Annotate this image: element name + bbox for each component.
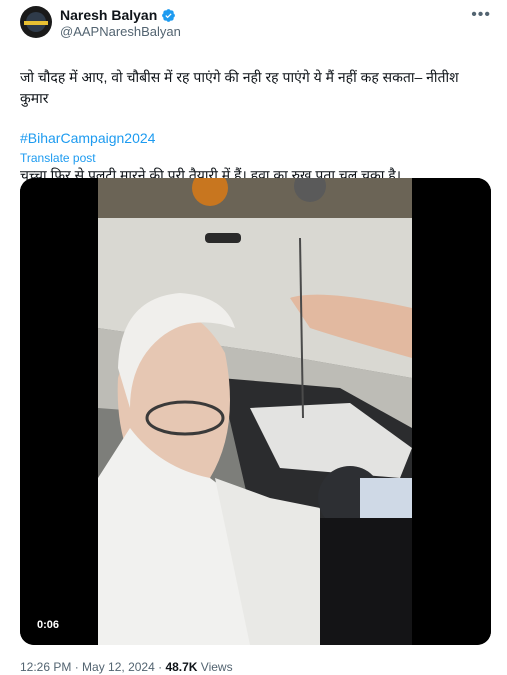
- meta-separator-2: ·: [154, 660, 166, 674]
- avatar-banner: [24, 21, 48, 25]
- author-name[interactable]: Naresh Balyan: [60, 7, 157, 23]
- views-label: Views: [197, 660, 233, 674]
- video-frame: [20, 178, 491, 645]
- more-dots-icon[interactable]: •••: [471, 6, 491, 24]
- video-player[interactable]: 0:06: [20, 178, 491, 645]
- meta-separator: ·: [71, 660, 83, 674]
- post-date[interactable]: May 12, 2024: [82, 660, 155, 674]
- post-time[interactable]: 12:26 PM: [20, 660, 71, 674]
- post-text-line1: जो चौदह में आए, वो चौबीस में रह पाएंगे क…: [20, 69, 459, 106]
- hashtag-link[interactable]: #BiharCampaign2024: [20, 130, 155, 146]
- video-duration: 0:06: [32, 617, 65, 633]
- translate-post-link[interactable]: Translate post: [20, 151, 96, 165]
- post-meta: 12:26 PM · May 12, 2024 · 48.7K Views: [20, 660, 233, 674]
- views-count: 48.7K: [165, 660, 198, 674]
- author-handle[interactable]: @AAPNareshBalyan: [60, 24, 181, 39]
- author-avatar[interactable]: [20, 6, 52, 38]
- author-name-row: Naresh Balyan: [60, 7, 176, 23]
- verified-badge-icon: [162, 8, 176, 22]
